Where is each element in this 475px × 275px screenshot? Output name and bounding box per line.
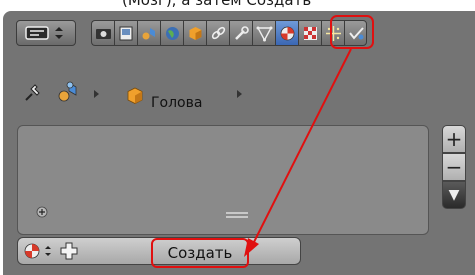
annotation-arrow-icon [244, 48, 352, 257]
screenshot: (Мозг), а затем Создать Голова + − ▼ Соз… [0, 0, 475, 275]
